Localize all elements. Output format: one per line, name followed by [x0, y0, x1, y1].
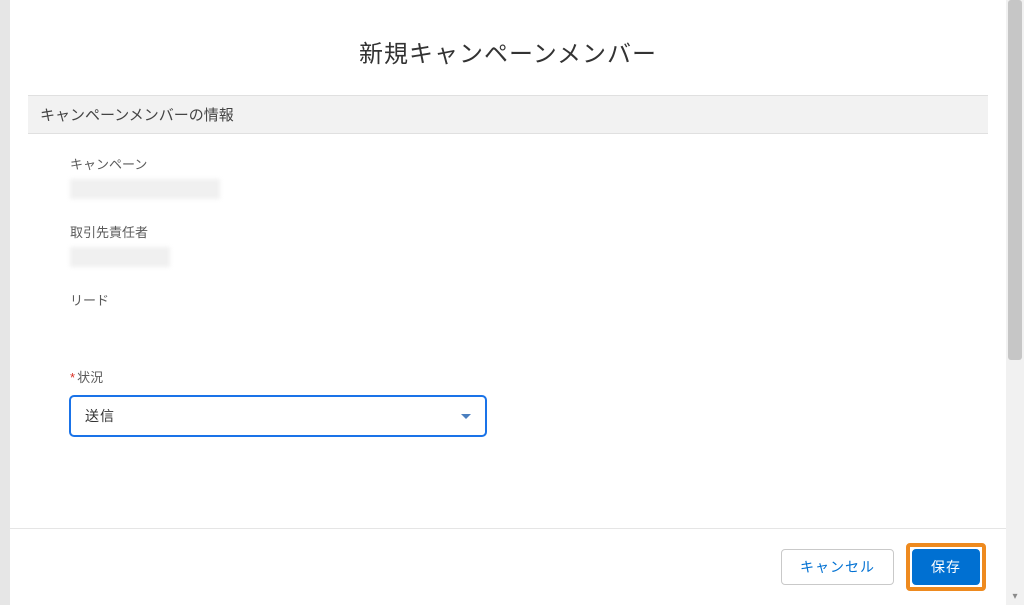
form-body: キャンペーン 取引先責任者 リード *状況 送信 — [28, 134, 988, 436]
status-label-row: *状況 — [70, 367, 958, 386]
contact-label: 取引先責任者 — [70, 222, 958, 241]
modal-content: キャンペーンメンバーの情報 キャンペーン 取引先責任者 リード *状況 送信 — [10, 95, 1006, 528]
lead-label: リード — [70, 290, 958, 309]
lead-value-empty — [70, 309, 958, 353]
campaign-value-redacted — [70, 179, 220, 199]
status-select-value: 送信 — [85, 406, 115, 426]
new-campaign-member-modal: 新規キャンペーンメンバー キャンペーンメンバーの情報 キャンペーン 取引先責任者… — [10, 0, 1006, 605]
required-asterisk: * — [70, 370, 75, 385]
scrollbar-down-arrow-icon[interactable]: ▾ — [1006, 587, 1024, 605]
save-button-highlight: 保存 — [906, 543, 986, 591]
status-select[interactable]: 送信 — [70, 396, 486, 436]
modal-footer: キャンセル 保存 — [10, 528, 1006, 605]
vertical-scrollbar-track[interactable]: ▾ — [1006, 0, 1024, 605]
chevron-down-icon — [461, 414, 471, 419]
save-button[interactable]: 保存 — [912, 549, 980, 585]
section-header: キャンペーンメンバーの情報 — [28, 95, 988, 134]
contact-value-redacted — [70, 247, 170, 267]
modal-title: 新規キャンペーンメンバー — [10, 0, 1006, 95]
campaign-label: キャンペーン — [70, 154, 958, 173]
status-select-wrap: 送信 — [70, 396, 958, 436]
vertical-scrollbar-thumb[interactable] — [1008, 0, 1022, 360]
status-label: 状況 — [77, 370, 103, 385]
left-background-strip — [0, 0, 10, 605]
cancel-button[interactable]: キャンセル — [781, 549, 894, 585]
